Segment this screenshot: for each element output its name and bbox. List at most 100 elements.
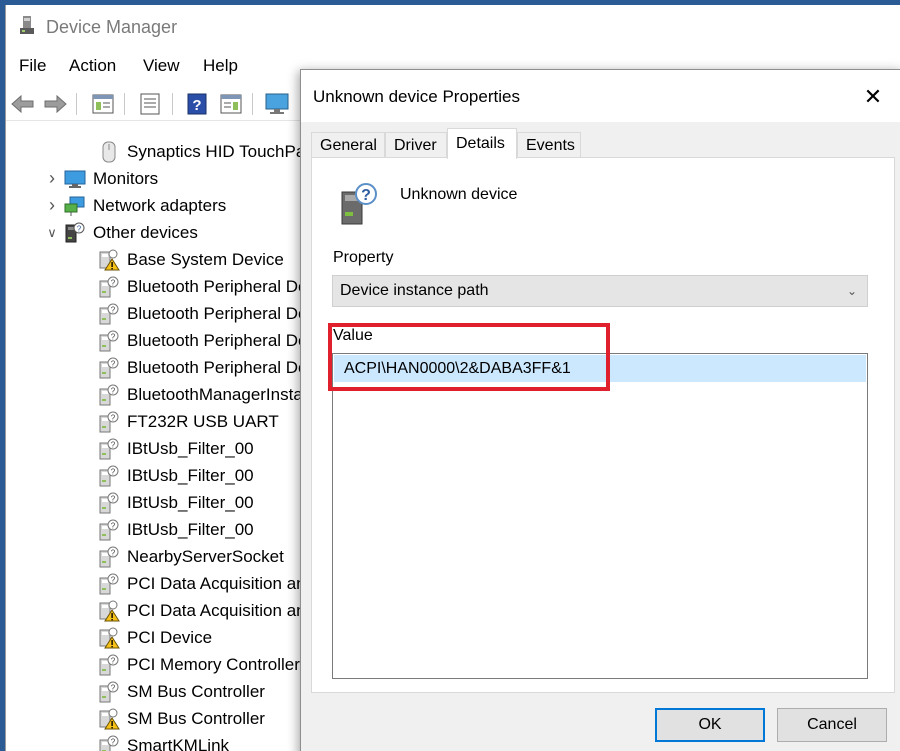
tree-item[interactable]: ? FT232R USB UART (98, 408, 279, 435)
tree-item[interactable]: ? Bluetooth Peripheral Device (98, 327, 326, 354)
tree-item[interactable]: ? SM Bus Controller (98, 678, 265, 705)
unknown-device-icon: ? (99, 492, 119, 513)
tree-item[interactable]: PCI Data Acquisition and Signal Processi… (98, 597, 326, 624)
tree-item[interactable]: › Monitors (44, 165, 158, 192)
tree-item-label: SmartKMLink (127, 735, 230, 751)
unknown-device-icon: ? (99, 357, 119, 378)
monitor-icon (64, 170, 86, 188)
menu-file[interactable]: File (19, 56, 46, 76)
tree-item-label: FT232R USB UART (127, 411, 279, 431)
chevron-down-icon[interactable]: ∨ (44, 225, 60, 241)
value-list[interactable]: ACPI\HAN0000\2&DABA3FF&1 (332, 353, 868, 679)
device-manager-titlebar: Device Manager (6, 5, 900, 49)
menu-action[interactable]: Action (69, 56, 116, 76)
tree-item-label: IBtUsb_Filter_00 (127, 438, 254, 458)
toolbar-separator (76, 93, 77, 115)
tree-item-label: IBtUsb_Filter_00 (127, 465, 254, 485)
unknown-device-icon: ? (99, 546, 119, 567)
svg-text:?: ? (111, 359, 116, 368)
svg-text:?: ? (111, 575, 116, 584)
tree-item[interactable]: ? BluetoothManagerInstaller (98, 381, 325, 408)
device-tree: Synaptics HID TouchPad › Monitors › Network … (6, 130, 326, 751)
ok-button[interactable]: OK (655, 708, 765, 742)
tree-item-label: Bluetooth Peripheral Device (127, 357, 326, 377)
svg-text:?: ? (111, 683, 116, 692)
tree-item[interactable]: ∨? Other devices (44, 219, 198, 246)
svg-text:?: ? (111, 521, 116, 530)
tree-item-label: Network adapters (93, 195, 227, 215)
svg-text:?: ? (111, 656, 116, 665)
tree-item[interactable]: ? IBtUsb_Filter_00 (98, 489, 254, 516)
cancel-button[interactable]: Cancel (777, 708, 887, 742)
chevron-right-icon[interactable]: › (44, 168, 60, 189)
tree-item[interactable]: PCI Device (98, 624, 212, 651)
tab-events[interactable]: Events (517, 132, 581, 158)
property-dropdown[interactable]: Device instance path ⌄ (332, 275, 868, 307)
svg-text:?: ? (111, 494, 116, 503)
help-icon[interactable]: ? (184, 91, 210, 117)
tree-item-label: PCI Device (127, 627, 213, 647)
tree-item[interactable]: › Network adapters (44, 192, 226, 219)
menu-view[interactable]: View (143, 56, 180, 76)
tree-item[interactable]: ? NearbyServerSocket (98, 543, 284, 570)
dialog-titlebar: Unknown device Properties ✕ (301, 70, 900, 122)
device-warning-icon (99, 249, 120, 270)
svg-text:?: ? (111, 386, 116, 395)
unknown-device-icon: ? (99, 411, 119, 432)
svg-text:?: ? (111, 548, 116, 557)
tree-item[interactable]: SM Bus Controller (98, 705, 265, 732)
tree-item[interactable]: ? SmartKMLink (98, 732, 229, 751)
scan-icon[interactable] (218, 91, 244, 117)
tree-item-label: BluetoothManagerInstaller (127, 384, 326, 404)
network-adapter-icon (64, 196, 85, 216)
tree-item-label: Other devices (93, 222, 198, 242)
tree-item-label: Bluetooth Peripheral Device (127, 303, 326, 323)
tab-details[interactable]: Details (447, 128, 517, 159)
list-icon[interactable] (137, 91, 163, 117)
unknown-device-icon: ? (99, 735, 119, 751)
tree-item[interactable]: ? IBtUsb_Filter_00 (98, 516, 254, 543)
tree-item-label: PCI Data Acquisition and Signal Processi… (127, 573, 326, 593)
details-panel: ? Unknown device Property Device instanc… (311, 157, 895, 693)
unknown-device-icon: ? (99, 573, 119, 594)
tree-item[interactable]: ? IBtUsb_Filter_00 (98, 462, 254, 489)
tree-item-label: PCI Memory Controller (127, 654, 300, 674)
tree-item[interactable]: ? PCI Data Acquisition and Signal Process… (98, 570, 326, 597)
svg-text:?: ? (111, 332, 116, 341)
toolbar-separator (124, 93, 125, 115)
device-warning-icon (99, 600, 120, 621)
dialog-title: Unknown device Properties (313, 87, 520, 106)
back-arrow-icon[interactable] (10, 91, 36, 117)
tree-item[interactable]: ? PCI Memory Controller (98, 651, 300, 678)
svg-text:?: ? (111, 278, 116, 287)
tree-item[interactable]: ? Bluetooth Peripheral Device (98, 273, 326, 300)
unknown-device-icon: ? (99, 465, 119, 486)
tree-item[interactable]: ? Bluetooth Peripheral Device (98, 300, 326, 327)
tree-item[interactable]: ? IBtUsb_Filter_00 (98, 435, 254, 462)
chevron-right-icon[interactable]: › (44, 195, 60, 216)
close-icon[interactable]: ✕ (850, 80, 896, 114)
properties-icon[interactable] (90, 91, 116, 117)
menu-help[interactable]: Help (203, 56, 238, 76)
monitor-icon[interactable] (264, 91, 290, 117)
svg-text:?: ? (111, 467, 116, 476)
tree-item-label: Synaptics HID TouchPad (127, 141, 315, 161)
device-warning-icon (99, 627, 120, 648)
device-manager-icon (20, 16, 34, 34)
forward-arrow-icon[interactable] (42, 91, 68, 117)
tree-item[interactable]: Base System Device (98, 246, 284, 273)
tree-item[interactable]: ? Bluetooth Peripheral Device (98, 354, 326, 381)
unknown-device-icon: ? (65, 222, 85, 242)
tree-item[interactable]: Synaptics HID TouchPad (98, 138, 315, 165)
tab-general[interactable]: General (311, 132, 385, 158)
tab-driver[interactable]: Driver (385, 132, 447, 158)
tree-item-label: Bluetooth Peripheral Device (127, 330, 326, 350)
unknown-device-icon: ? (99, 438, 119, 459)
property-selected-value: Device instance path (340, 282, 489, 299)
tree-item-label: NearbyServerSocket (127, 546, 284, 566)
value-list-item[interactable]: ACPI\HAN0000\2&DABA3FF&1 (334, 355, 866, 382)
window-title: Device Manager (46, 17, 178, 37)
unknown-device-icon: ? (99, 303, 119, 324)
toolbar-separator (172, 93, 173, 115)
touchpad-icon (102, 141, 116, 162)
